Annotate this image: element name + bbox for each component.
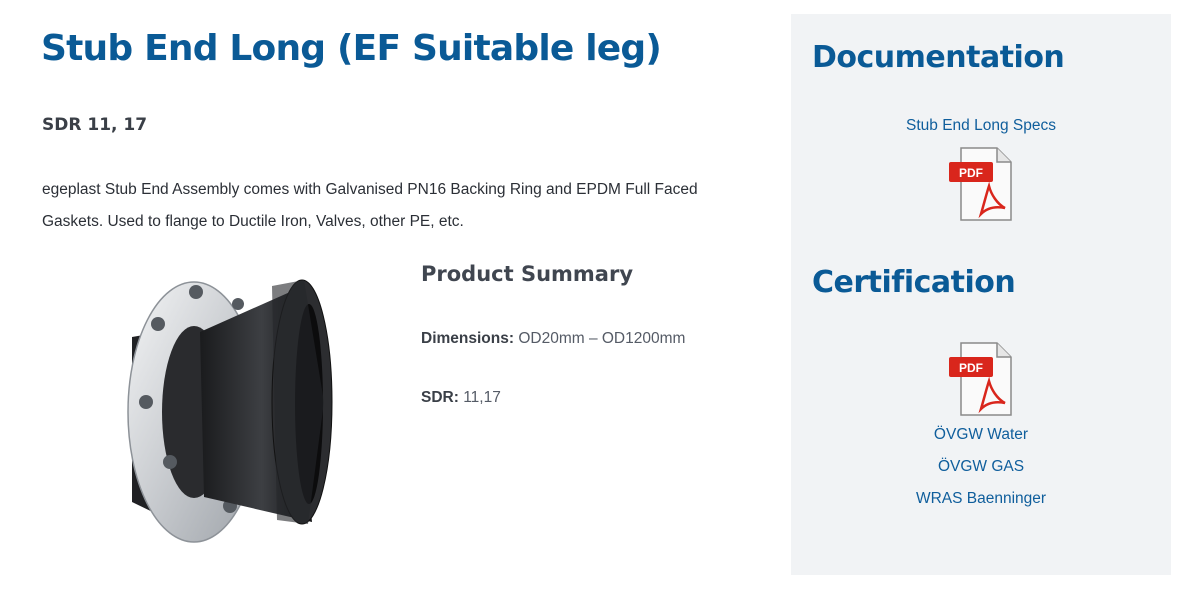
- sdr-heading: SDR 11, 17: [42, 115, 148, 135]
- certification-heading: Certification: [812, 265, 1016, 300]
- page-title: Stub End Long (EF Suitable leg): [41, 28, 662, 69]
- product-content: Stub End Long (EF Suitable leg) SDR 11, …: [0, 0, 760, 603]
- sdr-row: SDR: 11,17: [421, 389, 501, 407]
- documentation-heading: Documentation: [812, 40, 1065, 75]
- product-description: egeplast Stub End Assembly comes with Ga…: [42, 181, 698, 230]
- product-image: [127, 279, 333, 543]
- ovgw-gas-link[interactable]: ÖVGW GAS: [791, 458, 1171, 476]
- wras-baenninger-link[interactable]: WRAS Baenninger: [791, 490, 1171, 508]
- pdf-icon-label: PDF: [959, 166, 983, 180]
- documentation-sidebar: Documentation Stub End Long Specs PDF Ce…: [791, 14, 1171, 575]
- product-summary-heading: Product Summary: [421, 262, 634, 286]
- dimensions-value: OD20mm – OD1200mm: [518, 330, 686, 347]
- stub-end-long-specs-link[interactable]: Stub End Long Specs: [791, 117, 1171, 135]
- pdf-icon[interactable]: PDF: [945, 339, 1015, 419]
- ovgw-water-link[interactable]: ÖVGW Water: [791, 426, 1171, 444]
- dimensions-row: Dimensions: OD20mm – OD1200mm: [421, 330, 685, 348]
- pdf-icon-label: PDF: [959, 361, 983, 375]
- sdr-value: 11,17: [463, 389, 501, 406]
- pdf-icon[interactable]: PDF: [945, 144, 1015, 224]
- dimensions-label: Dimensions:: [421, 330, 515, 347]
- sdr-label: SDR:: [421, 389, 459, 406]
